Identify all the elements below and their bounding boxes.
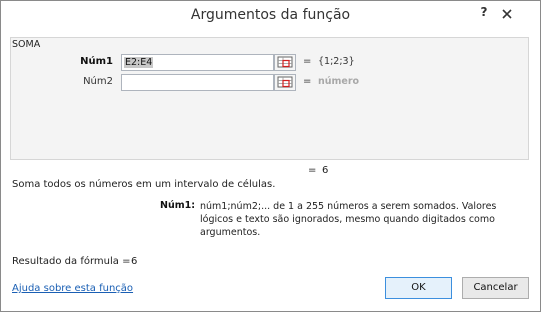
range-select-icon — [277, 76, 293, 88]
function-name-label: SOMA — [12, 39, 41, 50]
function-help-link[interactable]: Ajuda sobre esta função — [12, 283, 133, 294]
formula-result-label: Resultado da fórmula = — [12, 256, 131, 267]
function-description: Soma todos os números em um intervalo de… — [12, 179, 276, 190]
total-value: 6 — [322, 165, 329, 176]
arg1-input-value: E2:E4 — [124, 57, 154, 68]
title-bar: Argumentos da função ? — [1, 1, 540, 31]
arg2-label: Núm2 — [83, 76, 113, 87]
arg1-equals: = — [303, 56, 312, 67]
argument-help-text: núm1;núm2;... de 1 a 255 números a serem… — [200, 201, 497, 238]
ok-button[interactable]: OK — [385, 277, 452, 299]
dialog-title: Argumentos da função — [190, 7, 351, 23]
total-equals: = — [308, 165, 317, 176]
arg2-input[interactable] — [121, 74, 274, 91]
arg2-result: número — [318, 76, 360, 87]
arg2-collapse-dialog-button[interactable] — [274, 74, 296, 91]
range-select-icon — [277, 56, 293, 68]
argument-help-name: Núm1: — [160, 200, 196, 211]
arg1-collapse-dialog-button[interactable] — [274, 54, 296, 71]
formula-result-value: 6 — [131, 256, 138, 267]
arg1-input[interactable]: E2:E4 — [121, 54, 274, 71]
help-question-button[interactable]: ? — [477, 5, 491, 23]
close-icon[interactable] — [499, 6, 517, 24]
arg2-equals: = — [303, 76, 312, 87]
arg1-label: Núm1 — [80, 56, 113, 67]
cancel-button[interactable]: Cancelar — [462, 277, 529, 299]
arg1-result: {1;2;3} — [318, 56, 355, 67]
function-arguments-dialog: Argumentos da função ? SOMA Núm1 E2:E4 =… — [0, 0, 541, 312]
